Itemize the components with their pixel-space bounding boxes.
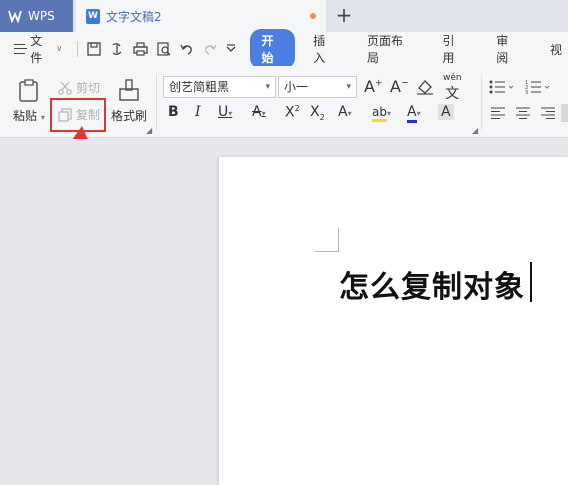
phonetic-label: wén — [443, 73, 462, 83]
grow-font-icon[interactable]: A+ — [364, 77, 383, 96]
align-left-icon[interactable] — [491, 107, 505, 119]
paste-icon[interactable] — [18, 79, 40, 103]
divider — [76, 41, 78, 57]
align-center-icon[interactable] — [516, 107, 530, 119]
customize-toolbar-icon[interactable] — [226, 42, 236, 56]
tab-home[interactable]: 开始 — [249, 29, 296, 69]
save-icon[interactable] — [86, 42, 101, 56]
wps-logo-icon — [8, 10, 22, 23]
plus-icon[interactable]: + — [334, 5, 354, 25]
writer-doc-icon: W — [86, 8, 100, 24]
font-color-button[interactable]: A▾ — [407, 104, 421, 123]
char-shading-button[interactable]: A — [438, 104, 454, 120]
hamburger-icon — [14, 44, 28, 54]
highlight-button[interactable]: ab▾ — [372, 104, 391, 122]
chevron-down-icon: ▾ — [347, 109, 352, 118]
format-painter-icon[interactable] — [118, 78, 140, 102]
text-effect-button[interactable]: A▾ — [338, 104, 352, 120]
paste-label: 粘贴 — [13, 109, 38, 123]
phonetic-char-icon: 文 — [445, 86, 460, 102]
svg-text:3: 3 — [525, 90, 528, 94]
font-name-value: 创艺简粗黑 — [169, 80, 230, 94]
strikethrough-button[interactable]: A▾ — [252, 104, 266, 120]
wps-app-tab-label: WPS — [28, 9, 55, 23]
document-tab[interactable]: W 文字文稿2 — [76, 0, 326, 32]
clipboard-group-expander-icon[interactable]: ◢ — [146, 126, 152, 135]
tab-references[interactable]: 引用 — [437, 32, 471, 66]
paste-button[interactable]: 粘贴 ▾ — [13, 107, 45, 124]
scissors-icon — [58, 81, 72, 95]
font-size-value: 小一 — [284, 80, 309, 94]
chevron-down-icon: ▾ — [346, 82, 351, 92]
cut-label: 剪切 — [76, 81, 101, 95]
tab-view[interactable]: 视 — [544, 41, 568, 58]
divider — [481, 74, 482, 130]
document-page[interactable] — [219, 157, 568, 485]
chevron-down-icon: ▾ — [265, 82, 270, 92]
chevron-down-icon: ▾ — [386, 109, 391, 118]
clear-format-icon[interactable] — [416, 79, 434, 95]
document-body-text[interactable]: 怎么复制对象 — [339, 262, 525, 306]
align-right-icon[interactable] — [541, 107, 555, 119]
title-bar: WPS W 文字文稿2 + — [0, 0, 568, 32]
font-name-select[interactable]: 创艺简粗黑 ▾ — [163, 76, 276, 98]
justify-button[interactable] — [561, 104, 568, 122]
superscript-button[interactable]: X2 — [285, 104, 300, 121]
font-size-select[interactable]: 小一 ▾ — [278, 76, 357, 98]
chevron-down-icon: ∨ — [55, 44, 63, 54]
subscript-button[interactable]: X2 — [310, 104, 325, 122]
tab-insert[interactable]: 插入 — [307, 32, 341, 66]
tab-page-layout[interactable]: 页面布局 — [361, 32, 416, 66]
underline-button[interactable]: U▾ — [218, 104, 232, 120]
numbered-list-icon[interactable]: 123 — [525, 80, 551, 94]
phonetic-guide-button[interactable]: wén 文 — [443, 74, 462, 103]
document-tab-label: 文字文稿2 — [106, 9, 162, 24]
export-icon[interactable] — [110, 42, 124, 56]
file-menu-button[interactable]: 文件 ∨ — [14, 32, 63, 66]
divider — [156, 74, 157, 130]
redo-icon[interactable] — [203, 42, 217, 56]
chevron-down-icon: ▾ — [228, 109, 233, 118]
chevron-down-icon: ▾ — [40, 113, 45, 122]
shrink-font-icon[interactable]: A− — [390, 77, 409, 96]
margin-corner-marker — [315, 228, 339, 252]
bold-button[interactable]: B — [168, 104, 179, 120]
italic-button[interactable]: I — [195, 104, 201, 120]
format-painter-button[interactable]: 格式刷 — [111, 107, 147, 124]
file-menu-label: 文件 — [30, 34, 43, 65]
print-preview-icon[interactable] — [156, 42, 171, 56]
undo-icon[interactable] — [179, 42, 194, 56]
text-cursor — [530, 262, 532, 302]
font-group-expander-icon[interactable]: ◢ — [472, 126, 478, 135]
format-painter-label: 格式刷 — [111, 109, 148, 123]
tab-review[interactable]: 审阅 — [490, 32, 524, 66]
cut-button[interactable]: 剪切 — [58, 79, 100, 96]
chevron-down-icon: ▾ — [261, 109, 266, 118]
wps-app-tab[interactable]: WPS — [0, 0, 73, 32]
chevron-down-icon: ▾ — [416, 109, 421, 118]
bullet-list-icon[interactable] — [489, 80, 515, 94]
print-icon[interactable] — [132, 42, 148, 56]
menu-bar: 文件 ∨ 开始 插入 页面布局 引用 审阅 视 — [0, 29, 568, 69]
quick-access-toolbar — [76, 41, 236, 57]
unsaved-dot-icon — [310, 13, 316, 19]
